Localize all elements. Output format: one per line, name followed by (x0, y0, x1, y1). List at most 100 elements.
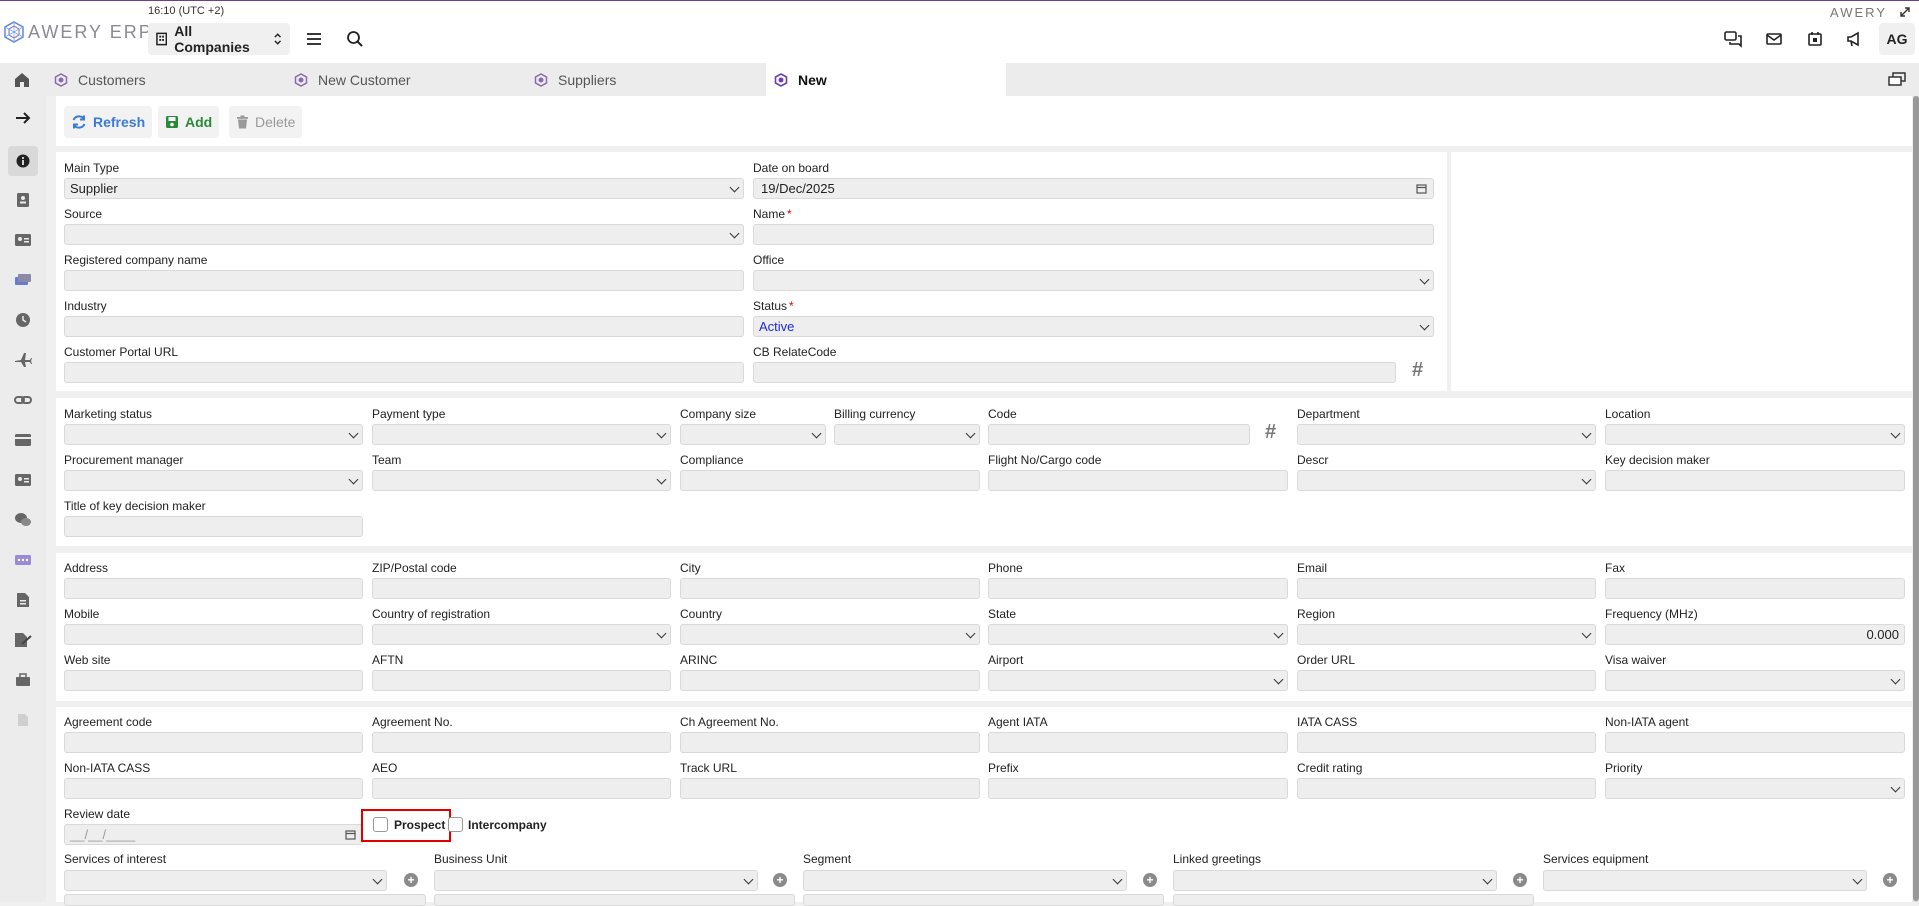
airplane-icon[interactable] (13, 350, 33, 370)
company-selector[interactable]: All Companies (148, 23, 290, 55)
chat-icon[interactable] (1724, 30, 1742, 48)
visa-waiver-select[interactable] (1605, 670, 1905, 691)
aeo-input[interactable] (372, 778, 671, 799)
add-services-of-interest-icon[interactable]: + (404, 873, 418, 887)
country-select[interactable] (680, 624, 980, 645)
name-input[interactable] (753, 224, 1434, 245)
address-card-icon[interactable] (13, 470, 33, 490)
flight-no-input[interactable] (988, 470, 1288, 491)
registered-company-name-input[interactable] (64, 270, 744, 291)
arinc-input[interactable] (680, 670, 980, 691)
calendar-icon[interactable] (1806, 30, 1824, 48)
source-select[interactable] (64, 224, 744, 245)
intercompany-checkbox[interactable] (448, 817, 463, 832)
arrow-right-icon[interactable] (13, 108, 33, 128)
customer-portal-url-input[interactable] (64, 362, 744, 383)
billing-currency-select[interactable] (834, 424, 980, 445)
tab-suppliers[interactable]: Suppliers (526, 63, 766, 96)
credit-rating-input[interactable] (1297, 778, 1596, 799)
industry-input[interactable] (64, 316, 744, 337)
business-unit-list[interactable] (434, 894, 795, 906)
office-select[interactable] (753, 270, 1434, 291)
add-services-equipment-icon[interactable]: + (1883, 873, 1897, 887)
zip-input[interactable] (372, 578, 671, 599)
mobile-input[interactable] (64, 624, 363, 645)
compliance-input[interactable] (680, 470, 980, 491)
ellipsis-card-icon[interactable] (13, 550, 33, 570)
title-key-decision-maker-input[interactable] (64, 516, 363, 537)
region-select[interactable] (1297, 624, 1596, 645)
web-site-input[interactable] (64, 670, 363, 691)
track-url-input[interactable] (680, 778, 980, 799)
linked-greetings-select[interactable] (1173, 870, 1497, 891)
agent-iata-input[interactable] (988, 732, 1288, 753)
info-icon[interactable] (8, 146, 38, 176)
cards-icon[interactable] (13, 270, 33, 290)
calendar-small-icon[interactable] (1416, 183, 1427, 194)
location-select[interactable] (1605, 424, 1905, 445)
status-select[interactable]: Active (753, 316, 1434, 337)
frequency-input[interactable]: 0.000 (1605, 624, 1905, 645)
country-of-registration-select[interactable] (372, 624, 671, 645)
cb-relatecode-input[interactable] (753, 362, 1396, 383)
business-unit-select[interactable] (434, 870, 758, 891)
comments-dollar-icon[interactable] (13, 510, 33, 530)
address-input[interactable] (64, 578, 363, 599)
descr-select[interactable] (1297, 470, 1596, 491)
review-date-input[interactable]: __/__/____ (64, 824, 363, 845)
mail-icon[interactable] (1765, 30, 1783, 48)
order-url-input[interactable] (1297, 670, 1596, 691)
aftn-input[interactable] (372, 670, 671, 691)
add-linked-greetings-icon[interactable]: + (1513, 873, 1527, 887)
team-select[interactable] (372, 470, 671, 491)
department-select[interactable] (1297, 424, 1596, 445)
user-avatar[interactable]: AG (1879, 23, 1915, 55)
hash-icon[interactable]: # (1412, 359, 1423, 382)
tab-new[interactable]: New (766, 63, 1006, 96)
id-card-icon[interactable] (13, 230, 33, 250)
non-iata-cass-input[interactable] (64, 778, 363, 799)
expand-icon[interactable] (1899, 6, 1911, 18)
services-of-interest-select[interactable] (64, 870, 387, 891)
megaphone-icon[interactable] (1845, 30, 1863, 48)
code-input[interactable] (988, 424, 1250, 445)
file-invoice-icon[interactable] (13, 590, 33, 610)
state-select[interactable] (988, 624, 1288, 645)
airport-select[interactable] (988, 670, 1288, 691)
company-size-select[interactable] (680, 424, 826, 445)
procurement-manager-select[interactable] (64, 470, 363, 491)
add-segment-icon[interactable]: + (1143, 873, 1157, 887)
segment-list[interactable] (803, 894, 1164, 906)
briefcase-icon[interactable] (13, 670, 33, 690)
add-button[interactable]: Add (158, 106, 220, 138)
scrollbar-thumb[interactable] (1913, 96, 1919, 901)
priority-select[interactable] (1605, 778, 1905, 799)
iata-cass-input[interactable] (1297, 732, 1596, 753)
prospect-checkbox[interactable] (373, 817, 388, 832)
date-on-board-input[interactable]: 19/Dec/2025 (753, 178, 1434, 199)
refresh-button[interactable]: Refresh (64, 106, 153, 138)
segment-select[interactable] (803, 870, 1127, 891)
city-input[interactable] (680, 578, 980, 599)
main-type-select[interactable]: Supplier (64, 178, 744, 199)
clock-icon[interactable] (13, 310, 33, 330)
contact-card-icon[interactable] (13, 190, 33, 210)
calendar-small-icon[interactable] (345, 829, 356, 840)
non-iata-agent-input[interactable] (1605, 732, 1905, 753)
agreement-code-input[interactable] (64, 732, 363, 753)
services-equipment-select[interactable] (1543, 870, 1867, 891)
payment-type-select[interactable] (372, 424, 671, 445)
tab-customers[interactable]: Customers (46, 63, 286, 96)
ch-agreement-no-input[interactable] (680, 732, 980, 753)
fax-input[interactable] (1605, 578, 1905, 599)
add-business-unit-icon[interactable]: + (773, 873, 787, 887)
email-input[interactable] (1297, 578, 1596, 599)
credit-card-icon[interactable] (13, 430, 33, 450)
phone-input[interactable] (988, 578, 1288, 599)
tab-new-customer[interactable]: New Customer (286, 63, 526, 96)
linked-greetings-list[interactable] (1173, 894, 1534, 906)
code-hash-icon[interactable]: # (1265, 421, 1276, 444)
marketing-status-select[interactable] (64, 424, 363, 445)
hamburger-menu-icon[interactable] (304, 29, 324, 49)
agreement-no-input[interactable] (372, 732, 671, 753)
